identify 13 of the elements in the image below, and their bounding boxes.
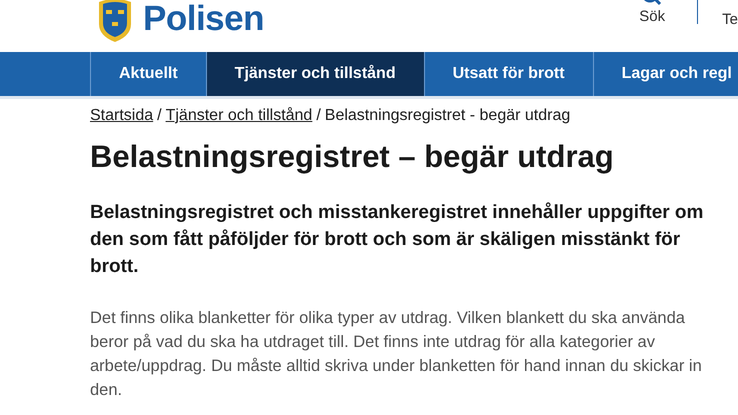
breadcrumb-separator: / (316, 107, 321, 124)
breadcrumb-separator: / (157, 107, 162, 124)
logo-wordmark[interactable]: Polisen (143, 0, 264, 39)
breadcrumb-link[interactable]: Tjänster och tillstånd (166, 107, 312, 124)
header-link[interactable]: Te (722, 11, 738, 28)
search-button[interactable]: Sök (639, 0, 666, 25)
breadcrumb-trail: Startsida / Tjänster och tillstånd / Belastningsregistret - begär utdrag (90, 107, 572, 125)
nav-tab[interactable]: Tjänster och tillstånd (206, 52, 424, 96)
breadcrumb-link[interactable]: Startsida (90, 107, 154, 124)
body-paragraph: Det finns olika blanketter för olika typer av utdrag. Vilken blankett du ska använda beror på vad du ska ha utdraget till. Det finns inte utdrag för alla kategorier av arbete/uppdrag. Du måste alltid skriva under blanketten för hand innan du skickar in den. (90, 308, 703, 401)
nav-tab[interactable]: Lagar och regl (592, 52, 732, 96)
page-title: Belastningsregistret – begär utdrag (90, 139, 615, 175)
lead-paragraph: Belastningsregistret och misstankeregistret innehåller uppgifter om den som fått påföljder för brott och som är skäligen misstänkt för brott. (90, 201, 704, 279)
